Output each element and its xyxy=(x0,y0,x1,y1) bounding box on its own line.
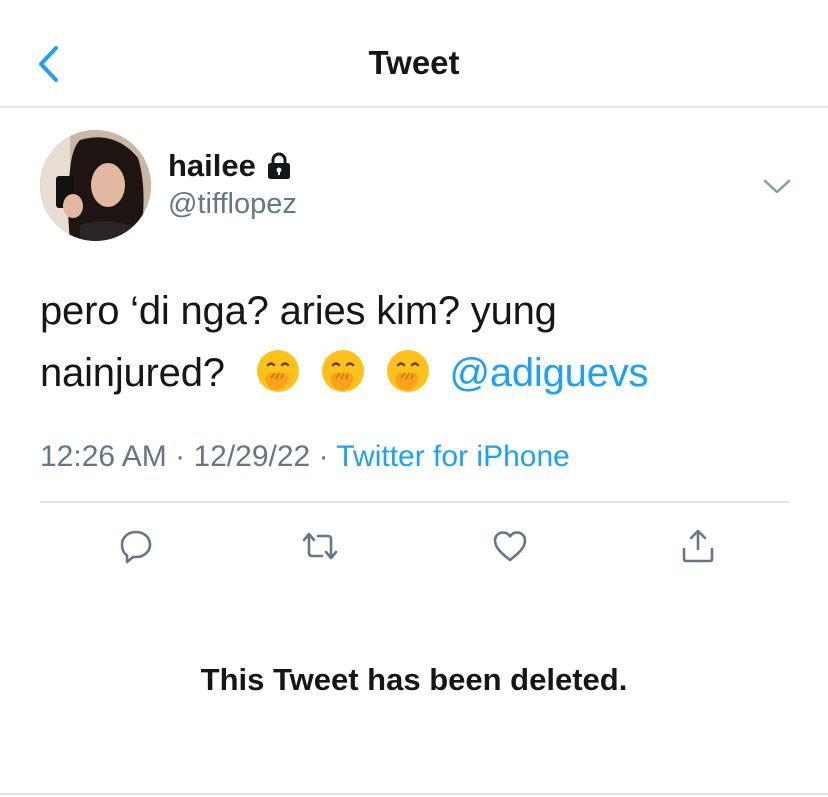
author-name-row[interactable]: hailee xyxy=(168,148,292,184)
avatar-photo xyxy=(40,130,151,241)
face-with-hand-over-mouth-emoji xyxy=(386,350,429,392)
like-button[interactable] xyxy=(488,524,532,568)
like-icon xyxy=(493,531,527,562)
chevron-down-icon xyxy=(763,179,791,194)
tweet-text-line: pero ‘di nga? aries kim? yung xyxy=(40,289,557,333)
retweet-icon xyxy=(302,532,338,560)
meta-separator: · xyxy=(318,440,329,473)
tweet-menu-button[interactable] xyxy=(760,172,794,202)
share-icon xyxy=(682,529,714,563)
retweet-button[interactable] xyxy=(298,524,342,568)
mention-link[interactable]: @adiguevs xyxy=(449,351,648,395)
face-with-hand-over-mouth-emoji xyxy=(321,350,364,392)
display-name[interactable]: hailee xyxy=(168,148,256,184)
bottom-divider xyxy=(0,793,828,795)
meta-separator: · xyxy=(175,440,186,473)
divider xyxy=(40,501,789,503)
page-title: Tweet xyxy=(368,44,460,81)
face-with-hand-over-mouth-emoji xyxy=(256,350,299,392)
tweet-text: pero ‘di nga? aries kim? yung nainjured?… xyxy=(40,280,800,404)
header-bar: Tweet xyxy=(0,0,828,108)
tweet-source-link[interactable]: Twitter for iPhone xyxy=(336,440,569,473)
user-handle[interactable]: @tifflopez xyxy=(168,188,297,221)
reply-button[interactable] xyxy=(114,524,158,568)
tweet-meta: 12:26 AM · 12/29/22 · Twitter for iPhone xyxy=(40,440,570,474)
tweet-text-word: nainjured? xyxy=(40,351,225,395)
avatar[interactable] xyxy=(40,130,151,241)
deleted-tweet-notice: This Tweet has been deleted. xyxy=(200,662,628,697)
tweet-text-line: nainjured? @adiguevs xyxy=(40,342,800,404)
tweet-date: 12/29/22 xyxy=(193,440,311,473)
lock-icon xyxy=(267,152,290,179)
tweet-time: 12:26 AM xyxy=(40,440,167,473)
share-button[interactable] xyxy=(676,524,720,568)
reply-icon xyxy=(120,530,152,564)
